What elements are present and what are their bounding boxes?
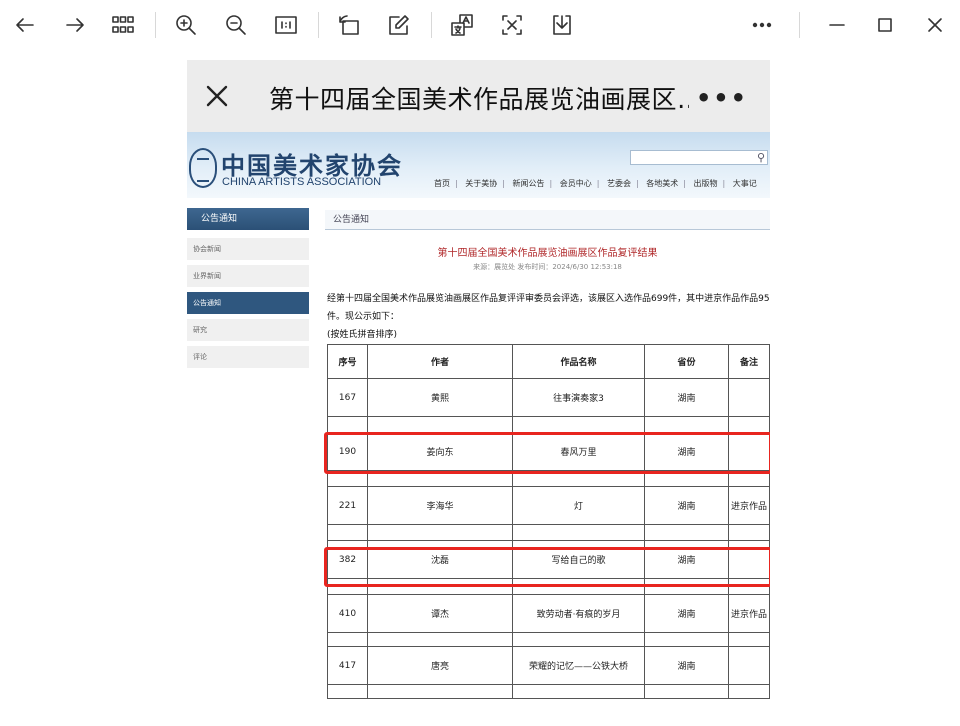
more-icon[interactable] <box>747 10 777 40</box>
forward-arrow-icon[interactable] <box>60 10 90 40</box>
table-header: 备注 <box>728 344 770 379</box>
image-viewer-window: 第十四届全国美术作品展览油画展区… ••• 中国美术家协会 CHINA ARTI… <box>0 0 960 726</box>
maximize-icon[interactable] <box>870 10 900 40</box>
logo-seal-icon <box>189 148 217 188</box>
cell-no: 417 <box>327 646 368 685</box>
translate-icon[interactable] <box>447 10 477 40</box>
toolbar-divider <box>318 12 319 38</box>
sort-note: (按姓氏拼音排序) <box>327 330 398 340</box>
site-header: 中国美术家协会 CHINA ARTISTS ASSOCIATION ⚲ 首页 | … <box>187 132 770 198</box>
nav-item[interactable]: 各地美术 <box>641 178 683 189</box>
highlight-box <box>324 547 770 587</box>
site-search-input[interactable]: ⚲ <box>630 150 768 165</box>
nav-item[interactable]: 出版物 <box>689 178 723 189</box>
nav-item[interactable]: 大事记 <box>728 178 762 189</box>
more-icon[interactable]: ••• <box>696 84 748 112</box>
cell-remark <box>728 378 770 417</box>
table-row: 410 谭杰 致劳动者·有痕的岁月 湖南 进京作品 <box>327 594 770 633</box>
cell-remark: 进京作品 <box>728 486 770 525</box>
screenshot-image: 第十四届全国美术作品展览油画展区… ••• 中国美术家协会 CHINA ARTI… <box>187 60 770 726</box>
close-icon[interactable] <box>920 10 950 40</box>
table-header: 作品名称 <box>512 344 645 379</box>
cell-no: 221 <box>327 486 368 525</box>
highlight-box <box>324 432 770 474</box>
breadcrumb: 公告通知 <box>325 210 770 230</box>
cell-remark <box>728 646 770 685</box>
cell-author: 唐亮 <box>367 646 513 685</box>
cell-province: 湖南 <box>644 594 729 633</box>
cell-author: 谭杰 <box>367 594 513 633</box>
table-spacer-row <box>327 632 770 647</box>
site-nav: 首页 | 关于美协 | 新闻公告 | 会员中心 | 艺委会 | 各地美术 | 出版物 | 大事… <box>429 178 762 189</box>
article-title: 第十四届全国美术作品展览油画展区作品复评结果 <box>437 248 658 259</box>
table-row: 417 唐亮 荣耀的记忆——公铁大桥 湖南 <box>327 646 770 685</box>
toolbar-divider <box>431 12 432 38</box>
zoom-out-icon[interactable] <box>221 10 251 40</box>
table-row: 221 李海华 灯 湖南 进京作品 <box>327 486 770 525</box>
table-row: 167 黄熙 往事演奏家3 湖南 <box>327 378 770 417</box>
edit-icon[interactable] <box>384 10 414 40</box>
cell-province: 湖南 <box>644 486 729 525</box>
sidebar-item[interactable]: 业界新闻 <box>187 265 309 287</box>
sidebar-list: 协会新闻 业界新闻 公告通知 研究 评论 <box>187 238 309 373</box>
article-meta: 来源：展览处 发布时间：2024/6/30 12:53:18 <box>473 263 622 271</box>
table-header: 省份 <box>644 344 729 379</box>
cell-province: 湖南 <box>644 378 729 417</box>
nav-item[interactable]: 会员中心 <box>555 178 597 189</box>
cell-author: 李海华 <box>367 486 513 525</box>
sidebar-title: 公告通知 <box>187 208 309 230</box>
cell-author: 黄熙 <box>367 378 513 417</box>
cell-work: 荣耀的记忆——公铁大桥 <box>512 646 645 685</box>
cell-province: 湖南 <box>644 646 729 685</box>
results-table: 序号 作者 作品名称 省份 备注 167 黄熙 往事演奏家3 湖南 190 姜向… <box>327 344 770 699</box>
article-intro: 经第十四届全国美术作品展览油画展区作品复评评审委员会评选，该展区入选作品699件… <box>327 294 770 322</box>
viewer-toolbar <box>0 0 960 50</box>
cell-remark: 进京作品 <box>728 594 770 633</box>
nav-item[interactable]: 首页 <box>429 178 455 189</box>
search-icon[interactable]: ⚲ <box>757 151 765 164</box>
sidebar-item[interactable]: 评论 <box>187 346 309 368</box>
back-arrow-icon[interactable] <box>10 10 40 40</box>
rotate-icon[interactable] <box>334 10 364 40</box>
nav-item[interactable]: 艺委会 <box>602 178 636 189</box>
sidebar-item-active[interactable]: 公告通知 <box>187 292 309 314</box>
ocr-text-icon[interactable] <box>497 10 527 40</box>
mobile-page-title: 第十四届全国美术作品展览油画展区… <box>269 85 689 114</box>
cell-work: 致劳动者·有痕的岁月 <box>512 594 645 633</box>
toolbar-divider <box>155 12 156 38</box>
zoom-in-icon[interactable] <box>171 10 201 40</box>
table-header: 作者 <box>367 344 513 379</box>
cell-work: 往事演奏家3 <box>512 378 645 417</box>
actual-size-icon[interactable] <box>271 10 301 40</box>
cell-no: 167 <box>327 378 368 417</box>
table-spacer-row <box>327 524 770 541</box>
table-spacer-row <box>327 684 770 699</box>
cell-work: 灯 <box>512 486 645 525</box>
sidebar-item[interactable]: 研究 <box>187 319 309 341</box>
table-header: 序号 <box>327 344 368 379</box>
nav-item[interactable]: 关于美协 <box>460 178 502 189</box>
grid-icon[interactable] <box>108 10 138 40</box>
table-header-row: 序号 作者 作品名称 省份 备注 <box>327 344 770 379</box>
table-spacer-row <box>327 416 770 433</box>
site-logo-en: CHINA ARTISTS ASSOCIATION <box>222 176 382 188</box>
nav-item[interactable]: 新闻公告 <box>508 178 550 189</box>
close-icon[interactable] <box>203 82 231 110</box>
download-icon[interactable] <box>547 10 577 40</box>
sidebar-item[interactable]: 协会新闻 <box>187 238 309 260</box>
toolbar-divider <box>799 12 800 38</box>
cell-no: 410 <box>327 594 368 633</box>
mobile-title-bar: 第十四届全国美术作品展览油画展区… ••• <box>187 60 770 132</box>
minimize-icon[interactable] <box>822 10 852 40</box>
